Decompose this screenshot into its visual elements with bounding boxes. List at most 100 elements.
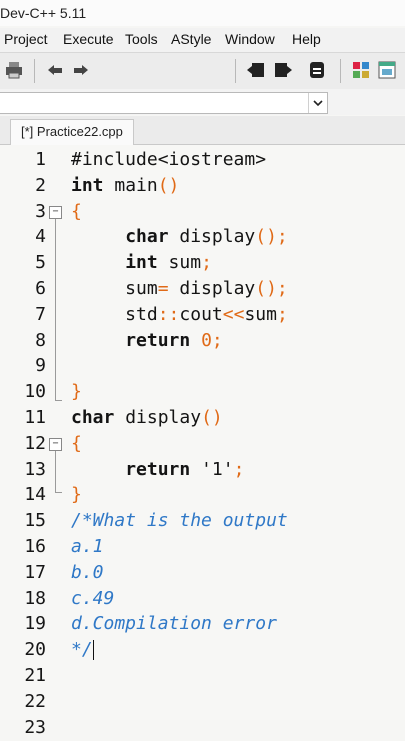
redo-button[interactable] xyxy=(70,59,92,81)
keyword-token: char xyxy=(125,226,169,248)
menu-bar: Project Execute Tools AStyle Window Help xyxy=(0,28,405,52)
print-button[interactable] xyxy=(3,59,25,81)
code-text[interactable]: #include<iostream> xyxy=(71,147,266,173)
line-number: 5 xyxy=(35,252,46,274)
code-line[interactable]: 6 sum= display(); xyxy=(0,276,405,302)
code-line[interactable]: 23 xyxy=(0,715,405,741)
code-line[interactable]: 18 c.49 xyxy=(0,586,405,612)
fold-toggle-icon[interactable]: − xyxy=(49,437,62,451)
menu-astyle[interactable]: AStyle xyxy=(171,31,211,47)
code-line[interactable]: 17 b.0 xyxy=(0,560,405,586)
menu-window[interactable]: Window xyxy=(225,31,275,47)
code-text[interactable]: sum= display(); xyxy=(71,276,288,302)
unindent-icon xyxy=(275,63,292,77)
unindent-button[interactable] xyxy=(272,59,294,81)
print-icon xyxy=(6,62,22,79)
line-number: 21 xyxy=(24,665,46,686)
indent-icon xyxy=(247,63,264,77)
windows-button[interactable] xyxy=(376,59,398,81)
code-text[interactable]: } xyxy=(71,379,82,405)
code-text[interactable]: { xyxy=(71,199,82,225)
keyword-token: return xyxy=(125,329,191,351)
code-text[interactable]: int main() xyxy=(71,173,179,199)
code-line[interactable]: 21 xyxy=(0,663,405,689)
code-line[interactable]: 11 char display() xyxy=(0,405,405,431)
menu-project[interactable]: Project xyxy=(4,31,48,47)
code-text[interactable]: std::cout<<sum; xyxy=(71,302,288,328)
code-text[interactable]: a.1 xyxy=(71,534,104,560)
line-number: 23 xyxy=(24,716,46,738)
code-line[interactable]: 16 a.1 xyxy=(0,534,405,560)
code-text[interactable]: c.49 xyxy=(71,586,114,612)
comment-token: a.1 xyxy=(71,536,104,557)
window-title: Dev-C++ 5.11 xyxy=(0,5,87,21)
line-number: 8 xyxy=(35,329,46,351)
comment-token: */ xyxy=(71,639,93,661)
toolbar-separator xyxy=(235,59,236,83)
symbol-token: } xyxy=(71,484,82,506)
code-line[interactable]: 7 std::cout<<sum; xyxy=(0,302,405,328)
code-text[interactable]: char display(); xyxy=(71,224,288,250)
code-line[interactable]: 22 xyxy=(0,689,405,715)
code-line[interactable]: 13 return '1'; xyxy=(0,457,405,483)
code-token: #include<iostream> xyxy=(71,149,267,170)
code-token: display xyxy=(168,278,256,299)
code-text[interactable]: /*What is the output xyxy=(71,508,288,534)
code-line[interactable]: 10} xyxy=(0,379,405,405)
code-line[interactable]: 4 char display(); xyxy=(0,224,405,250)
symbol-token: (); xyxy=(255,226,288,248)
code-text[interactable]: { xyxy=(71,431,82,457)
code-line[interactable]: 9 xyxy=(0,353,405,379)
code-text[interactable]: */ xyxy=(71,637,94,663)
code-line[interactable]: 1 #include<iostream> xyxy=(0,147,405,173)
grid-icon xyxy=(353,62,369,78)
function-selector[interactable] xyxy=(0,92,328,114)
code-text[interactable]: int sum; xyxy=(71,250,212,276)
menu-help[interactable]: Help xyxy=(292,31,321,47)
code-text[interactable]: } xyxy=(71,482,82,508)
code-line[interactable]: 20 */ xyxy=(0,637,405,663)
code-token: main xyxy=(103,174,158,196)
fold-toggle-icon[interactable]: − xyxy=(49,205,62,219)
layout-button[interactable] xyxy=(350,59,372,81)
code-text[interactable]: b.0 xyxy=(71,560,104,586)
symbol-token: :: xyxy=(157,303,180,325)
line-number: 9 xyxy=(35,355,46,377)
line-number: 13 xyxy=(24,458,46,480)
symbol-token: () xyxy=(201,407,223,428)
code-line[interactable]: 15 /*What is the output xyxy=(0,508,405,534)
code-text[interactable]: return '1'; xyxy=(71,457,244,483)
comment-icon xyxy=(310,62,324,78)
toggle-comment-button[interactable] xyxy=(306,59,328,81)
line-number: 15 xyxy=(24,510,46,532)
symbol-token: () xyxy=(157,174,180,196)
code-line[interactable]: 5 int sum; xyxy=(0,250,405,276)
code-editor[interactable]: 1 #include<iostream> 2 int main() 3{−4 char … xyxy=(0,145,405,738)
line-number: 18 xyxy=(24,587,46,609)
code-line[interactable]: 14} xyxy=(0,482,405,508)
code-text[interactable]: d.Compilation error xyxy=(71,611,277,637)
code-text[interactable]: return 0; xyxy=(71,328,223,354)
class-browser-bar xyxy=(0,89,405,115)
code-line[interactable]: 12 {− xyxy=(0,431,405,457)
code-text[interactable]: char display() xyxy=(71,405,223,431)
menu-tools[interactable]: Tools xyxy=(125,31,158,47)
keyword-token: int xyxy=(125,252,158,274)
line-number: 22 xyxy=(24,690,46,712)
line-number: 2 xyxy=(35,174,46,196)
tab-practice22[interactable]: [*] Practice22.cpp xyxy=(10,119,134,146)
symbol-token: { xyxy=(71,200,82,222)
chevron-down-icon[interactable] xyxy=(308,93,327,113)
code-line[interactable]: 19 d.Compilation error xyxy=(0,611,405,637)
symbol-token: { xyxy=(71,432,82,454)
line-number: 19 xyxy=(24,613,46,635)
code-line[interactable]: 2 int main() xyxy=(0,173,405,199)
redo-icon xyxy=(74,65,88,75)
undo-button[interactable] xyxy=(44,59,66,81)
indent-button[interactable] xyxy=(245,59,267,81)
code-line[interactable]: 8 return 0; xyxy=(0,328,405,354)
menu-execute[interactable]: Execute xyxy=(63,31,114,47)
keyword-token: return xyxy=(125,458,191,480)
code-line[interactable]: 3 {− xyxy=(0,199,405,225)
